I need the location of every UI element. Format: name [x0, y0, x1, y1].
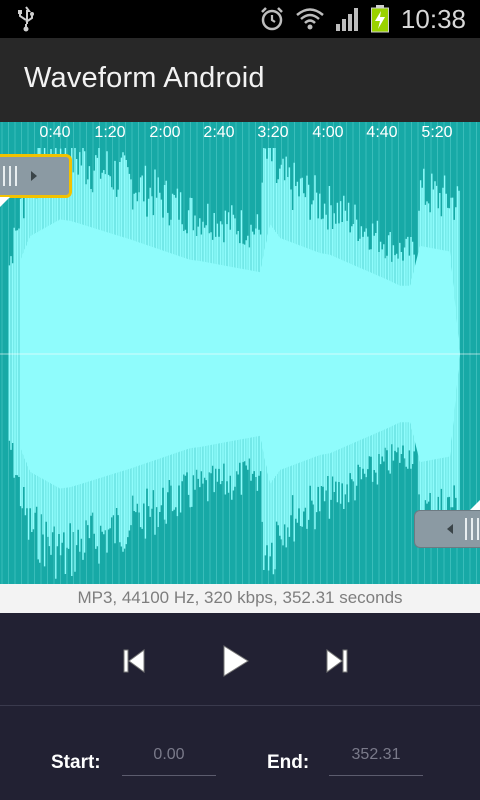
timeline: 0:40 1:20 2:00 2:40 3:20 4:00 4:40 5:20 [0, 122, 480, 146]
timeline-label: 0:40 [39, 124, 71, 141]
end-label: End: [267, 752, 310, 773]
status-clock: 10:38 [400, 3, 466, 34]
play-icon [223, 645, 249, 677]
start-cursor-icon [0, 197, 10, 207]
next-button[interactable] [317, 641, 357, 681]
timeline-label: 3:20 [257, 124, 289, 141]
signal-icon [335, 8, 358, 31]
waveform-graphic[interactable] [0, 122, 480, 584]
start-marker[interactable] [0, 154, 72, 198]
file-info-bar: MP3, 44100 Hz, 320 kbps, 352.31 seconds [0, 584, 480, 613]
usb-icon [18, 6, 34, 32]
file-info: MP3, 44100 Hz, 320 kbps, 352.31 seconds [77, 588, 403, 607]
timeline-label: 4:40 [366, 124, 398, 141]
alarm-icon [261, 7, 283, 31]
edit-row: Start: 0.00 End: 352.31 [0, 706, 480, 800]
end-field[interactable]: 352.31 [329, 742, 423, 776]
end-marker[interactable] [414, 510, 480, 548]
battery-charging-icon [370, 5, 389, 33]
next-icon [326, 649, 348, 673]
playback-controls [0, 613, 480, 705]
timeline-label: 1:20 [94, 124, 126, 141]
action-bar: Waveform Android [0, 38, 480, 122]
previous-button[interactable] [114, 641, 154, 681]
timeline-label: 2:40 [203, 124, 235, 141]
end-marker-handle-icon [447, 518, 479, 540]
start-field[interactable]: 0.00 [122, 742, 216, 776]
waveform-view[interactable]: 0:40 1:20 2:00 2:40 3:20 4:00 4:40 5:20 [0, 122, 480, 584]
timeline-label: 2:00 [149, 124, 181, 141]
wifi-icon [296, 8, 324, 30]
end-cursor-icon [470, 500, 480, 510]
app-title: Waveform Android [24, 62, 265, 94]
timeline-label: 4:00 [312, 124, 344, 141]
start-marker-handle-icon [3, 166, 37, 186]
status-bar: 10:38 [0, 0, 480, 38]
previous-icon [123, 649, 145, 673]
start-label: Start: [51, 752, 101, 773]
timeline-label: 5:20 [421, 124, 453, 141]
play-button[interactable] [214, 641, 254, 681]
